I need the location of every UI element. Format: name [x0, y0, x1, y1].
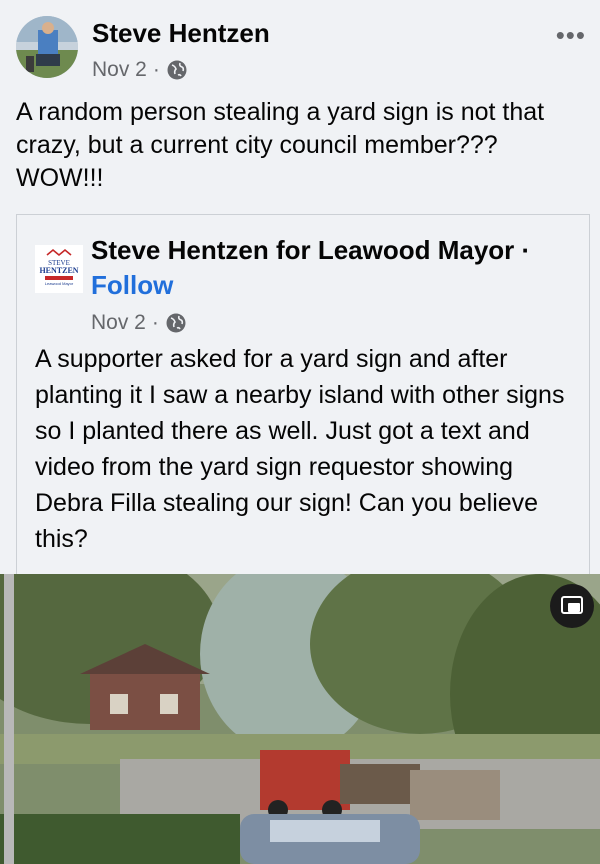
shared-post-date[interactable]: Nov 2	[91, 311, 146, 335]
logo-line3: Leawood Mayor	[45, 281, 74, 286]
shared-post-meta: Nov 2 ·	[91, 311, 187, 335]
page-logo[interactable]: STEVE HENTZEN Leawood Mayor	[35, 245, 83, 293]
shared-post[interactable]: STEVE HENTZEN Leawood Mayor Steve Hentze…	[16, 214, 590, 575]
shared-post-text: A supporter asked for a yard sign and af…	[35, 345, 565, 553]
avatar[interactable]	[16, 16, 78, 78]
shared-meta-separator: ·	[151, 311, 159, 334]
post-text: A random person stealing a yard sign is …	[16, 98, 545, 192]
globe-icon	[166, 59, 188, 81]
author-name[interactable]: Steve Hentzen	[92, 18, 270, 49]
post-header: Steve Hentzen Nov 2 · •••	[0, 0, 600, 90]
follow-separator: ·	[521, 235, 531, 265]
follow-button[interactable]: Follow	[91, 270, 173, 300]
post-meta: Nov 2 ·	[92, 58, 188, 82]
more-dots-icon[interactable]: •••	[556, 20, 586, 51]
shared-page-header: Steve Hentzen for Leawood Mayor · Follow	[91, 233, 561, 303]
logo-line2: HENTZEN	[39, 266, 78, 275]
page-name[interactable]: Steve Hentzen for Leawood Mayor	[91, 235, 514, 265]
video-player[interactable]	[0, 574, 600, 864]
post-date[interactable]: Nov 2	[92, 58, 147, 82]
meta-separator: ·	[152, 58, 160, 81]
globe-icon	[165, 312, 187, 334]
video-frame	[0, 574, 600, 864]
picture-in-picture-icon[interactable]	[550, 584, 594, 628]
